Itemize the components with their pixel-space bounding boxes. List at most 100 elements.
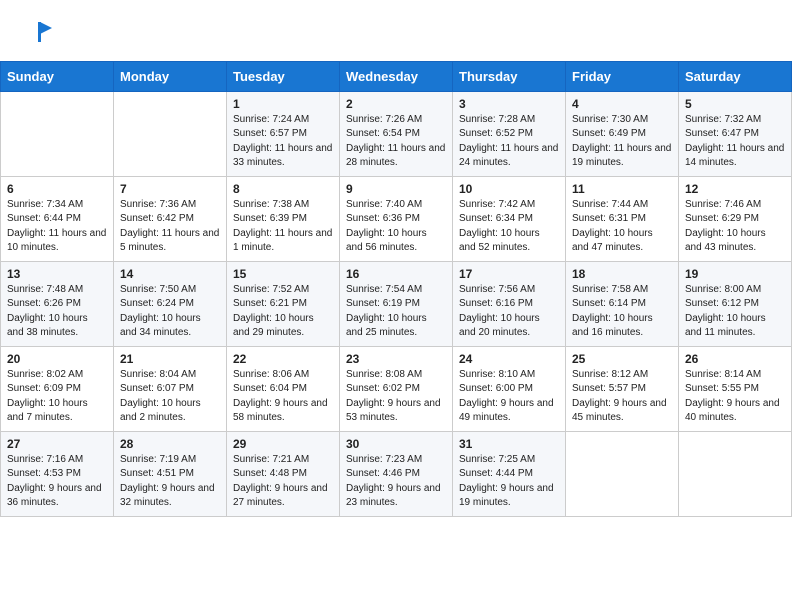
calendar-cell: 13 Sunrise: 7:48 AMSunset: 6:26 PMDayligh… [1, 261, 114, 346]
calendar-cell: 20 Sunrise: 8:02 AMSunset: 6:09 PMDayligh… [1, 346, 114, 431]
day-detail: Sunrise: 8:06 AMSunset: 6:04 PMDaylight:… [233, 368, 333, 426]
calendar-cell: 19Sunrise: 8:00 AMSunset: 6:12 PMDayligh… [679, 261, 792, 346]
calendar-cell: 29 Sunrise: 7:21 AMSunset: 4:48 PMDayligh… [227, 431, 340, 516]
day-number: 26 [685, 352, 785, 366]
calendar-cell: 30 Sunrise: 7:23 AMSunset: 4:46 PMDayligh… [340, 431, 453, 516]
calendar-cell: 15 Sunrise: 7:52 AMSunset: 6:21 PMDayligh… [227, 261, 340, 346]
day-detail: Sunrise: 7:52 AMSunset: 6:21 PMDaylight:… [233, 283, 333, 341]
day-number: 5 [685, 97, 785, 111]
calendar-cell: 18Sunrise: 7:58 AMSunset: 6:14 PMDayligh… [566, 261, 679, 346]
calendar-cell: 28 Sunrise: 7:19 AMSunset: 4:51 PMDayligh… [114, 431, 227, 516]
day-number: 3 [459, 97, 559, 111]
day-detail: Sunrise: 7:46 AMSunset: 6:29 PMDaylight:… [685, 198, 785, 256]
day-detail: Sunrise: 7:24 AMSunset: 6:57 PMDaylight:… [233, 113, 333, 171]
day-detail: Sunrise: 8:04 AMSunset: 6:07 PMDaylight:… [120, 368, 220, 426]
calendar-row-3: 20 Sunrise: 8:02 AMSunset: 6:09 PMDayligh… [1, 346, 792, 431]
day-detail: Sunrise: 8:12 AMSunset: 5:57 PMDaylight:… [572, 368, 672, 426]
day-detail: Sunrise: 7:56 AMSunset: 6:16 PMDaylight:… [459, 283, 559, 341]
calendar-cell: 24 Sunrise: 8:10 AMSunset: 6:00 PMDayligh… [453, 346, 566, 431]
day-detail: Sunrise: 7:44 AMSunset: 6:31 PMDaylight:… [572, 198, 672, 256]
day-detail: Sunrise: 7:42 AMSunset: 6:34 PMDaylight:… [459, 198, 559, 256]
header [0, 0, 792, 61]
calendar-table: SundayMondayTuesdayWednesdayThursdayFrid… [0, 61, 792, 517]
day-detail: Sunrise: 8:08 AMSunset: 6:02 PMDaylight:… [346, 368, 446, 426]
calendar-cell: 21Sunrise: 8:04 AMSunset: 6:07 PMDayligh… [114, 346, 227, 431]
calendar-cell: 27Sunrise: 7:16 AMSunset: 4:53 PMDayligh… [1, 431, 114, 516]
calendar-cell: 2Sunrise: 7:26 AMSunset: 6:54 PMDaylight… [340, 91, 453, 176]
day-number: 14 [120, 267, 220, 281]
day-number: 29 [233, 437, 333, 451]
calendar-row-4: 27Sunrise: 7:16 AMSunset: 4:53 PMDayligh… [1, 431, 792, 516]
day-detail: Sunrise: 8:10 AMSunset: 6:00 PMDaylight:… [459, 368, 559, 426]
calendar-cell: 10 Sunrise: 7:42 AMSunset: 6:34 PMDayligh… [453, 176, 566, 261]
day-detail: Sunrise: 7:21 AMSunset: 4:48 PMDaylight:… [233, 453, 333, 511]
day-detail: Sunrise: 7:48 AMSunset: 6:26 PMDaylight:… [7, 283, 107, 341]
calendar-cell [1, 91, 114, 176]
weekday-header-wednesday: Wednesday [340, 61, 453, 91]
calendar-cell [566, 431, 679, 516]
calendar-cell: 1 Sunrise: 7:24 AMSunset: 6:57 PMDaylight… [227, 91, 340, 176]
day-number: 7 [120, 182, 220, 196]
day-number: 1 [233, 97, 333, 111]
calendar-cell: 23 Sunrise: 8:08 AMSunset: 6:02 PMDayligh… [340, 346, 453, 431]
day-detail: Sunrise: 7:40 AMSunset: 6:36 PMDaylight:… [346, 198, 446, 256]
weekday-header-tuesday: Tuesday [227, 61, 340, 91]
calendar-cell: 14 Sunrise: 7:50 AMSunset: 6:24 PMDayligh… [114, 261, 227, 346]
calendar-cell: 7 Sunrise: 7:36 AMSunset: 6:42 PMDaylight… [114, 176, 227, 261]
day-number: 10 [459, 182, 559, 196]
calendar-cell: 17 Sunrise: 7:56 AMSunset: 6:16 PMDayligh… [453, 261, 566, 346]
day-number: 16 [346, 267, 446, 281]
day-number: 25 [572, 352, 672, 366]
day-number: 13 [7, 267, 107, 281]
weekday-header-row: SundayMondayTuesdayWednesdayThursdayFrid… [1, 61, 792, 91]
day-detail: Sunrise: 7:16 AMSunset: 4:53 PMDaylight:… [7, 453, 107, 511]
day-detail: Sunrise: 7:36 AMSunset: 6:42 PMDaylight:… [120, 198, 220, 256]
calendar-cell [679, 431, 792, 516]
day-detail: Sunrise: 7:54 AMSunset: 6:19 PMDaylight:… [346, 283, 446, 341]
day-detail: Sunrise: 7:25 AMSunset: 4:44 PMDaylight:… [459, 453, 559, 511]
calendar-cell: 26 Sunrise: 8:14 AMSunset: 5:55 PMDayligh… [679, 346, 792, 431]
calendar-cell: 25 Sunrise: 8:12 AMSunset: 5:57 PMDayligh… [566, 346, 679, 431]
day-detail: Sunrise: 7:19 AMSunset: 4:51 PMDaylight:… [120, 453, 220, 511]
calendar-cell: 31 Sunrise: 7:25 AMSunset: 4:44 PMDayligh… [453, 431, 566, 516]
day-number: 4 [572, 97, 672, 111]
logo [24, 18, 54, 51]
day-detail: Sunrise: 7:50 AMSunset: 6:24 PMDaylight:… [120, 283, 220, 341]
day-number: 30 [346, 437, 446, 451]
day-number: 28 [120, 437, 220, 451]
calendar-row-1: 6 Sunrise: 7:34 AMSunset: 6:44 PMDaylight… [1, 176, 792, 261]
calendar-row-2: 13 Sunrise: 7:48 AMSunset: 6:26 PMDayligh… [1, 261, 792, 346]
day-detail: Sunrise: 7:32 AMSunset: 6:47 PMDaylight:… [685, 113, 785, 171]
day-number: 17 [459, 267, 559, 281]
weekday-header-thursday: Thursday [453, 61, 566, 91]
calendar-cell: 9 Sunrise: 7:40 AMSunset: 6:36 PMDaylight… [340, 176, 453, 261]
day-number: 19 [685, 267, 785, 281]
calendar-page: SundayMondayTuesdayWednesdayThursdayFrid… [0, 0, 792, 517]
day-detail: Sunrise: 7:23 AMSunset: 4:46 PMDaylight:… [346, 453, 446, 511]
calendar-cell [114, 91, 227, 176]
calendar-cell: 16 Sunrise: 7:54 AMSunset: 6:19 PMDayligh… [340, 261, 453, 346]
day-number: 15 [233, 267, 333, 281]
calendar-cell: 22 Sunrise: 8:06 AMSunset: 6:04 PMDayligh… [227, 346, 340, 431]
calendar-cell: 11Sunrise: 7:44 AMSunset: 6:31 PMDayligh… [566, 176, 679, 261]
logo-flag-icon [26, 18, 54, 46]
day-detail: Sunrise: 7:38 AMSunset: 6:39 PMDaylight:… [233, 198, 333, 256]
calendar-row-0: 1 Sunrise: 7:24 AMSunset: 6:57 PMDaylight… [1, 91, 792, 176]
day-number: 20 [7, 352, 107, 366]
day-number: 23 [346, 352, 446, 366]
day-number: 24 [459, 352, 559, 366]
day-detail: Sunrise: 8:02 AMSunset: 6:09 PMDaylight:… [7, 368, 107, 426]
day-number: 22 [233, 352, 333, 366]
day-detail: Sunrise: 7:34 AMSunset: 6:44 PMDaylight:… [7, 198, 107, 256]
day-number: 31 [459, 437, 559, 451]
calendar-cell: 12Sunrise: 7:46 AMSunset: 6:29 PMDayligh… [679, 176, 792, 261]
calendar-cell: 6 Sunrise: 7:34 AMSunset: 6:44 PMDaylight… [1, 176, 114, 261]
day-detail: Sunrise: 7:30 AMSunset: 6:49 PMDaylight:… [572, 113, 672, 171]
calendar-cell: 5 Sunrise: 7:32 AMSunset: 6:47 PMDaylight… [679, 91, 792, 176]
day-detail: Sunrise: 8:14 AMSunset: 5:55 PMDaylight:… [685, 368, 785, 426]
day-number: 9 [346, 182, 446, 196]
day-number: 6 [7, 182, 107, 196]
day-number: 2 [346, 97, 446, 111]
calendar-cell: 4 Sunrise: 7:30 AMSunset: 6:49 PMDaylight… [566, 91, 679, 176]
weekday-header-sunday: Sunday [1, 61, 114, 91]
